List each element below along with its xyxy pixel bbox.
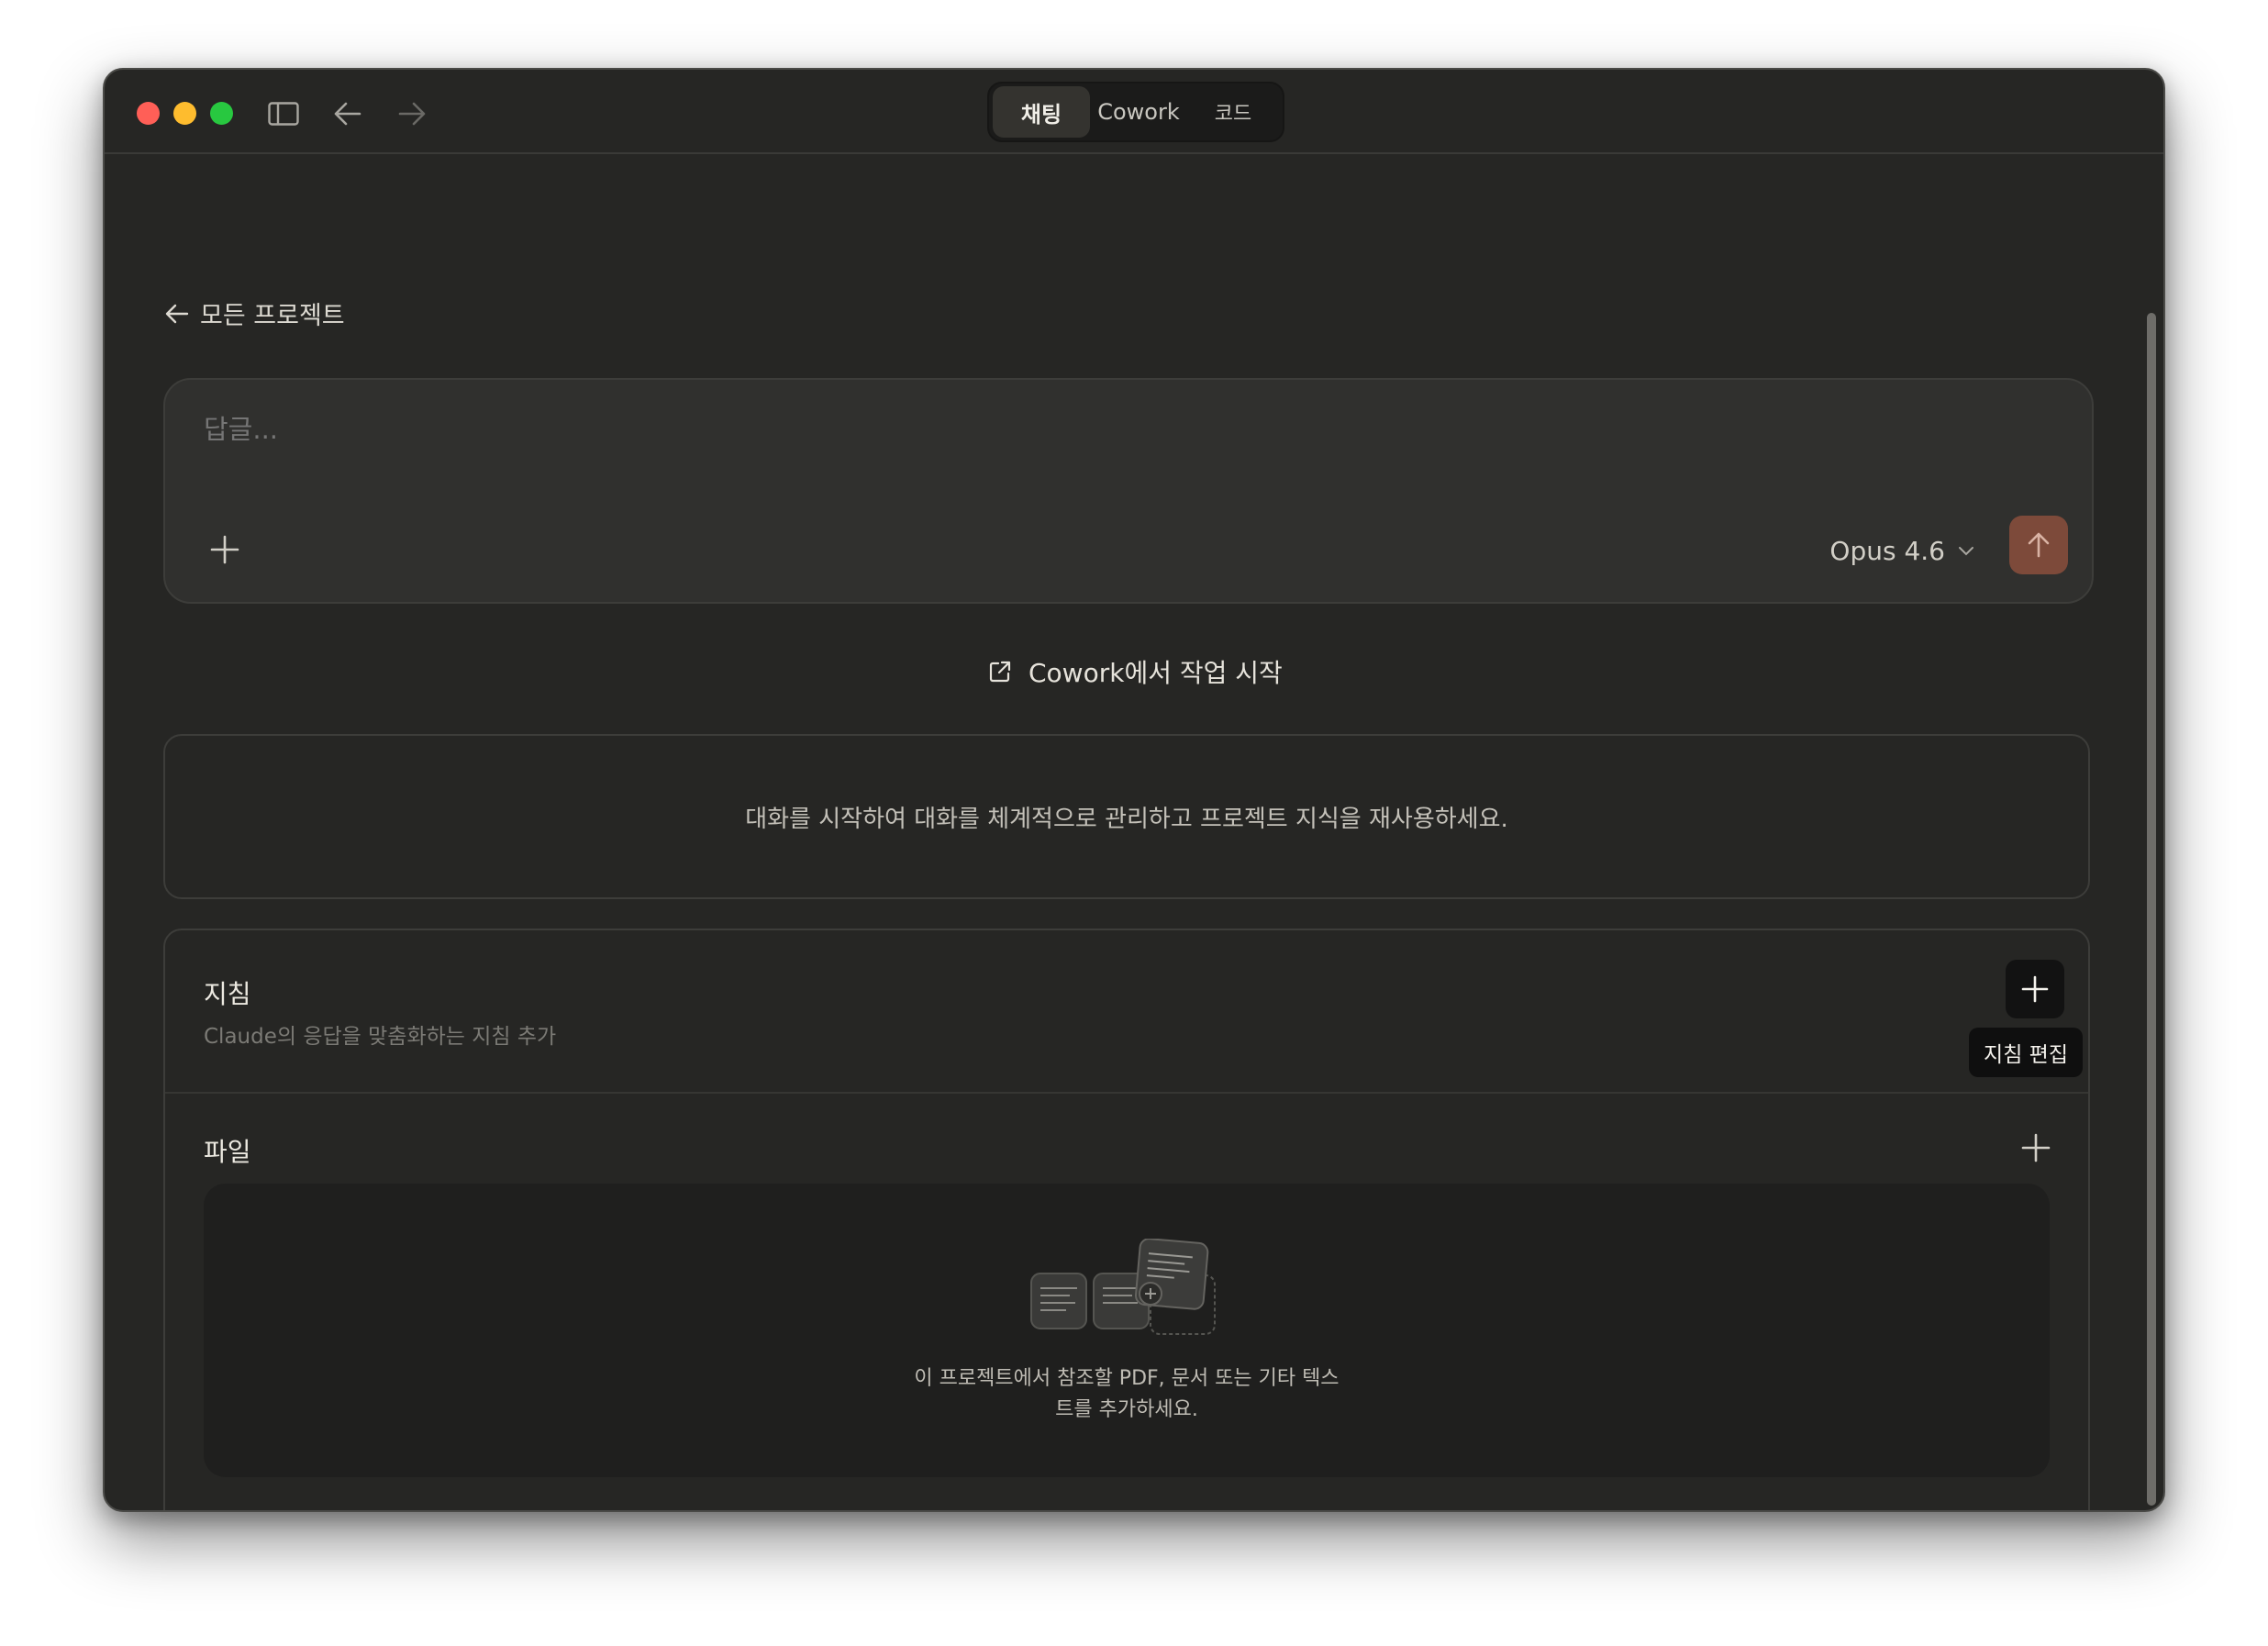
back-link-label: 모든 프로젝트 (200, 302, 345, 330)
start-in-cowork-link[interactable]: Cowork에서 작업 시작 (988, 653, 1283, 690)
arrow-up-icon (2028, 532, 2050, 558)
minimize-window-button[interactable] (173, 102, 196, 125)
arrow-right-icon[interactable] (394, 95, 430, 132)
cowork-link-label: Cowork에서 작업 시작 (1028, 658, 1283, 688)
documents-icon (1029, 1238, 1222, 1343)
edit-instructions-tooltip: 지침 편집 (1969, 1028, 2083, 1077)
external-link-icon (989, 661, 1011, 683)
add-file-button[interactable] (2020, 1132, 2051, 1163)
reply-input[interactable] (202, 413, 1853, 446)
mode-switch: 채팅 Cowork 코드 (987, 82, 1284, 142)
arrow-left-icon (165, 304, 189, 323)
plus-icon (2021, 1133, 2051, 1162)
composer: Opus 4.6 (163, 378, 2094, 604)
plus-icon[interactable] (209, 534, 240, 565)
instructions-subtitle: Claude의 응답을 맞춤화하는 지침 추가 (204, 1025, 557, 1049)
files-empty-text: 이 프로젝트에서 참조할 PDF, 문서 또는 기타 텍스 트를 추가하세요. (204, 1363, 2050, 1426)
zoom-window-button[interactable] (210, 102, 233, 125)
info-box: 대화를 시작하여 대화를 체계적으로 관리하고 프로젝트 지식을 재사용하세요. (163, 734, 2090, 899)
file-drop-zone[interactable]: 이 프로젝트에서 참조할 PDF, 문서 또는 기타 텍스 트를 추가하세요. (204, 1184, 2050, 1477)
add-instructions-button[interactable] (2006, 960, 2064, 1018)
back-to-projects-link[interactable]: 모든 프로젝트 (165, 295, 345, 331)
files-title: 파일 (204, 1137, 251, 1167)
plus-icon (2021, 975, 2049, 1003)
tab-cowork[interactable]: Cowork (1090, 86, 1187, 138)
section-divider (165, 1092, 2088, 1094)
chevron-down-icon (1959, 546, 1973, 555)
files-empty-line1: 이 프로젝트에서 참조할 PDF, 문서 또는 기타 텍스 (914, 1367, 1340, 1390)
tab-chat[interactable]: 채팅 (993, 86, 1090, 138)
model-label: Opus 4.6 (1829, 536, 1945, 566)
app-window: 채팅 Cowork 코드 모든 프로젝트 Opus 4.6 Cowork에서 작… (103, 68, 2165, 1512)
arrow-left-icon[interactable] (329, 95, 366, 132)
files-empty-line2: 트를 추가하세요. (1055, 1398, 1198, 1421)
model-selector[interactable]: Opus 4.6 (1829, 536, 1974, 566)
info-text: 대화를 시작하여 대화를 체계적으로 관리하고 프로젝트 지식을 재사용하세요. (745, 805, 1508, 833)
tab-code[interactable]: 코드 (1187, 86, 1279, 138)
project-knowledge-panel: 지침 Claude의 응답을 맞춤화하는 지침 추가 지침 편집 파일 이 프로… (163, 929, 2090, 1510)
send-button[interactable] (2009, 516, 2068, 574)
close-window-button[interactable] (137, 102, 160, 125)
instructions-title: 지침 (204, 979, 251, 1009)
title-bar: 채팅 Cowork 코드 (105, 70, 2163, 154)
scrollbar-thumb[interactable] (2147, 313, 2156, 1506)
sidebar-toggle-icon[interactable] (265, 95, 302, 132)
